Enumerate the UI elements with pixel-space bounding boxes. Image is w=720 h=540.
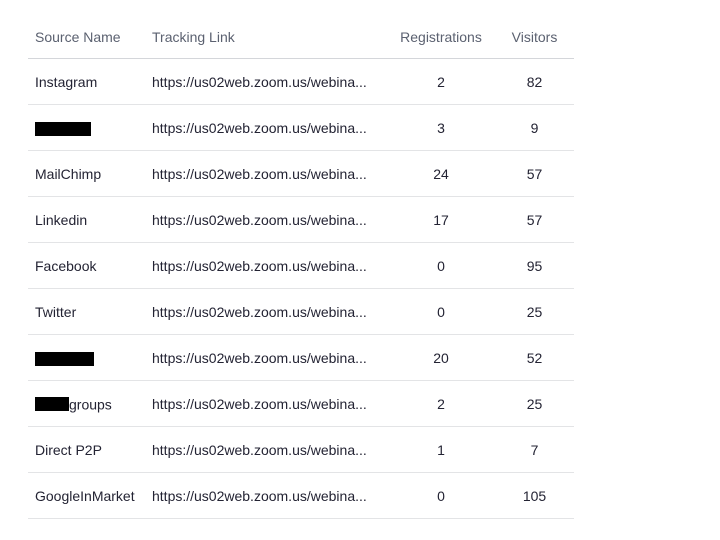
table-header: Source Name Tracking Link Registrations …	[28, 16, 574, 59]
table-row: Twitter https://us02web.zoom.us/webina..…	[28, 288, 574, 335]
tracking-links-table: Source Name Tracking Link Registrations …	[28, 16, 574, 519]
table-row: GoogleInMarket https://us02web.zoom.us/w…	[28, 472, 574, 519]
tracking-link-cell[interactable]: https://us02web.zoom.us/webina...	[145, 426, 387, 473]
registrations-cell: 2	[387, 58, 495, 105]
column-header-visitors[interactable]: Visitors	[495, 16, 574, 59]
source-name-cell	[28, 334, 145, 381]
tracking-link-cell[interactable]: https://us02web.zoom.us/webina...	[145, 150, 387, 197]
tracking-link-cell[interactable]: https://us02web.zoom.us/webina...	[145, 242, 387, 289]
redaction-block	[35, 121, 91, 136]
visitors-cell: 57	[495, 150, 574, 197]
registrations-cell: 2	[387, 380, 495, 427]
column-header-source-name[interactable]: Source Name	[28, 16, 145, 59]
registrations-cell: 3	[387, 104, 495, 151]
table-row: MailChimp https://us02web.zoom.us/webina…	[28, 150, 574, 197]
table-row: https://us02web.zoom.us/webina... 20 52	[28, 334, 574, 381]
source-name-cell: Linkedin	[28, 196, 145, 243]
redaction-block	[35, 397, 69, 412]
source-name-cell: Twitter	[28, 288, 145, 335]
table-row: Linkedin https://us02web.zoom.us/webina.…	[28, 196, 574, 243]
table-header-row: Source Name Tracking Link Registrations …	[28, 16, 574, 59]
visitors-cell: 7	[495, 426, 574, 473]
tracking-link[interactable]: https://us02web.zoom.us/webina...	[152, 304, 367, 320]
visitors-cell: 82	[495, 58, 574, 105]
visitors-cell: 57	[495, 196, 574, 243]
tracking-link[interactable]: https://us02web.zoom.us/webina...	[152, 396, 367, 412]
visitors-cell: 25	[495, 288, 574, 335]
source-name-cell	[28, 104, 145, 151]
tracking-link-cell[interactable]: https://us02web.zoom.us/webina...	[145, 104, 387, 151]
source-name-suffix: groups	[69, 396, 112, 413]
table-row: Instagram https://us02web.zoom.us/webina…	[28, 58, 574, 105]
visitors-cell: 105	[495, 472, 574, 519]
tracking-link-cell[interactable]: https://us02web.zoom.us/webina...	[145, 288, 387, 335]
registrations-cell: 24	[387, 150, 495, 197]
registrations-cell: 0	[387, 288, 495, 335]
source-name-cell: MailChimp	[28, 150, 145, 197]
tracking-link[interactable]: https://us02web.zoom.us/webina...	[152, 350, 367, 366]
source-name-cell: Direct P2P	[28, 426, 145, 473]
redaction-block	[35, 351, 94, 366]
source-name-cell: Instagram	[28, 58, 145, 105]
table-row: https://us02web.zoom.us/webina... 3 9	[28, 104, 574, 151]
registrations-cell: 20	[387, 334, 495, 381]
column-header-tracking-link[interactable]: Tracking Link	[145, 16, 387, 59]
source-name-cell: GoogleInMarket	[28, 472, 145, 519]
tracking-link[interactable]: https://us02web.zoom.us/webina...	[152, 74, 367, 90]
tracking-link-cell[interactable]: https://us02web.zoom.us/webina...	[145, 196, 387, 243]
visitors-cell: 52	[495, 334, 574, 381]
visitors-cell: 25	[495, 380, 574, 427]
tracking-link[interactable]: https://us02web.zoom.us/webina...	[152, 442, 367, 458]
tracking-link[interactable]: https://us02web.zoom.us/webina...	[152, 166, 367, 182]
registrations-cell: 17	[387, 196, 495, 243]
source-name-cell: Facebook	[28, 242, 145, 289]
source-name-cell: groups	[28, 380, 145, 427]
tracking-link[interactable]: https://us02web.zoom.us/webina...	[152, 488, 367, 504]
table-row: Facebook https://us02web.zoom.us/webina.…	[28, 242, 574, 289]
column-header-registrations[interactable]: Registrations	[387, 16, 495, 59]
table-row: groups https://us02web.zoom.us/webina...…	[28, 380, 574, 427]
tracking-link-cell[interactable]: https://us02web.zoom.us/webina...	[145, 334, 387, 381]
tracking-link-cell[interactable]: https://us02web.zoom.us/webina...	[145, 58, 387, 105]
registrations-cell: 0	[387, 472, 495, 519]
registrations-cell: 0	[387, 242, 495, 289]
tracking-link[interactable]: https://us02web.zoom.us/webina...	[152, 258, 367, 274]
registrations-cell: 1	[387, 426, 495, 473]
table-body: Instagram https://us02web.zoom.us/webina…	[28, 58, 574, 519]
tracking-link-cell[interactable]: https://us02web.zoom.us/webina...	[145, 472, 387, 519]
tracking-link-cell[interactable]: https://us02web.zoom.us/webina...	[145, 380, 387, 427]
visitors-cell: 9	[495, 104, 574, 151]
table-row: Direct P2P https://us02web.zoom.us/webin…	[28, 426, 574, 473]
tracking-link[interactable]: https://us02web.zoom.us/webina...	[152, 212, 367, 228]
tracking-link[interactable]: https://us02web.zoom.us/webina...	[152, 120, 367, 136]
visitors-cell: 95	[495, 242, 574, 289]
